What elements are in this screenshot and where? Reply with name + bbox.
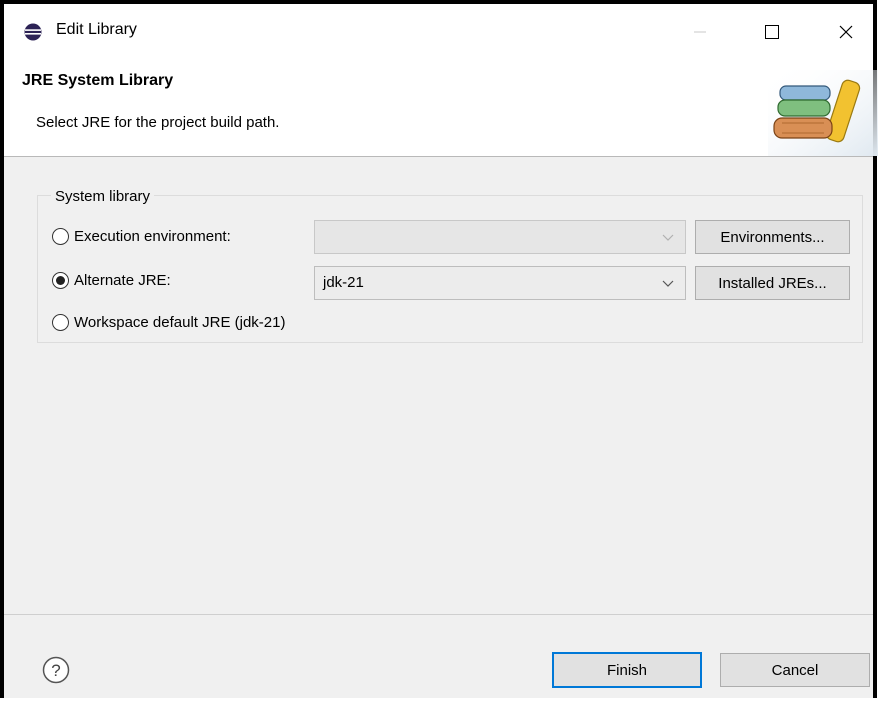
radio-unselected[interactable] — [52, 314, 69, 331]
edit-library-dialog: Edit Library JRE System Library Select J… — [0, 0, 878, 698]
page-description: Select JRE for the project build path. — [36, 114, 280, 131]
alternate-jre-combo[interactable]: jdk-21 — [314, 266, 686, 300]
workspace-default-jre-label: Workspace default JRE (jdk-21) — [74, 314, 286, 331]
close-button[interactable] — [826, 16, 866, 48]
minimize-icon — [694, 31, 706, 33]
maximize-icon — [765, 25, 779, 39]
finish-button[interactable]: Finish — [552, 652, 702, 688]
radio-dot — [56, 276, 65, 285]
footer-separator — [4, 614, 873, 615]
chevron-down-icon — [662, 280, 674, 287]
maximize-button[interactable] — [752, 16, 792, 48]
alternate-jre-label: Alternate JRE: — [74, 272, 171, 289]
page-title: JRE System Library — [22, 72, 174, 89]
alternate-jre-radio[interactable]: Alternate JRE: — [52, 272, 171, 289]
eclipse-app-icon — [24, 23, 42, 41]
svg-text:?: ? — [51, 661, 60, 680]
help-icon[interactable]: ? — [42, 656, 70, 684]
title-bar: Edit Library — [4, 4, 873, 60]
workspace-default-jre-radio[interactable]: Workspace default JRE (jdk-21) — [52, 314, 285, 331]
execution-environment-radio[interactable]: Execution environment: — [52, 228, 231, 245]
cancel-button[interactable]: Cancel — [720, 653, 870, 687]
radio-selected[interactable] — [52, 272, 69, 289]
chevron-down-icon — [662, 234, 674, 241]
alternate-jre-value: jdk-21 — [323, 274, 364, 291]
execution-environment-label: Execution environment: — [74, 228, 231, 245]
radio-unselected[interactable] — [52, 228, 69, 245]
execution-environment-combo — [314, 220, 686, 254]
environments-button[interactable]: Environments... — [695, 220, 850, 254]
library-books-icon — [768, 70, 878, 156]
window-title: Edit Library — [56, 21, 137, 38]
close-icon — [839, 25, 853, 39]
wizard-header: JRE System Library Select JRE for the pr… — [4, 60, 878, 157]
minimize-button[interactable] — [680, 16, 720, 48]
group-label: System library — [51, 188, 155, 205]
installed-jres-button[interactable]: Installed JREs... — [695, 266, 850, 300]
